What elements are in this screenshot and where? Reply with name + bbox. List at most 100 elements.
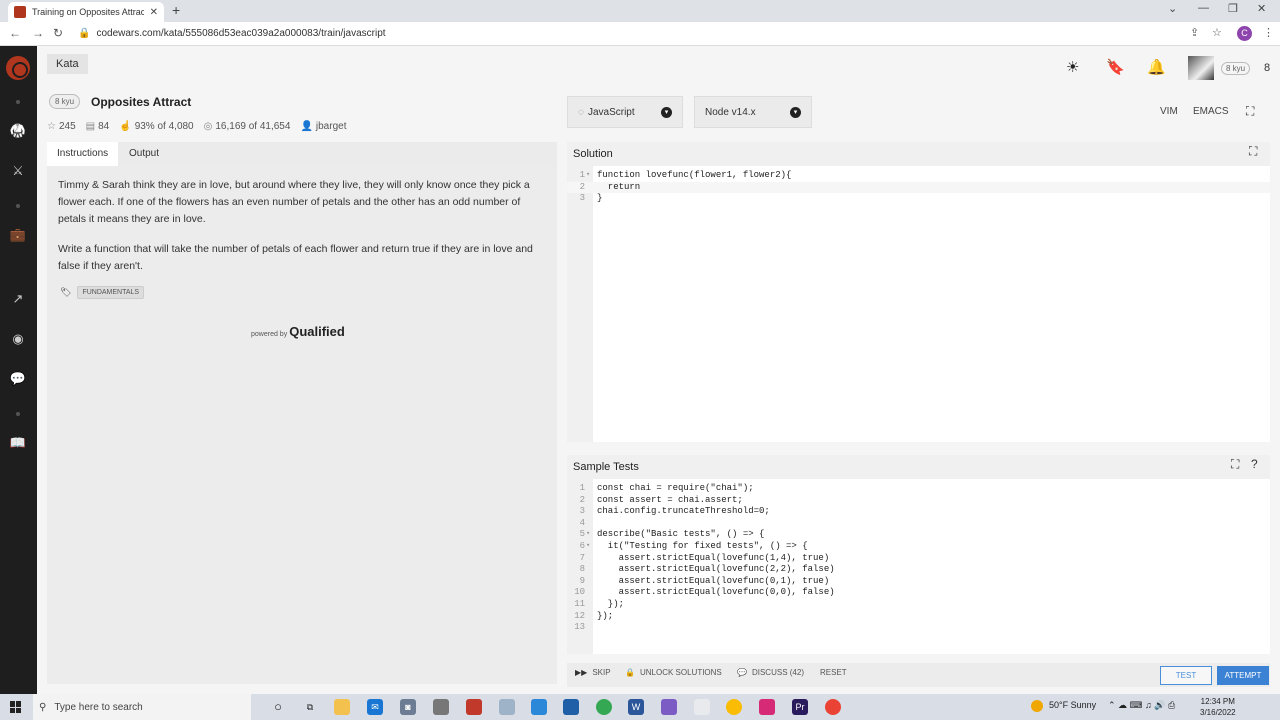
theme-toggle-icon[interactable]: ☀ [1066, 58, 1079, 76]
attempt-button[interactable]: ATTEMPT [1217, 666, 1269, 685]
code-text: }); [597, 599, 625, 609]
app-icon[interactable] [694, 699, 710, 715]
code-line[interactable]: 11 }); [567, 599, 1270, 611]
code-line[interactable]: 8 assert.strictEqual(lovefunc(2,2), fals… [567, 564, 1270, 576]
code-line[interactable]: 12}); [567, 611, 1270, 623]
code-line[interactable]: 5 ▾ describe("Basic tests", () => { [567, 529, 1270, 541]
notifications-bell-icon[interactable]: 🔔 [1147, 58, 1166, 76]
training-icon[interactable]: 🥋 [8, 121, 28, 141]
app-icon[interactable] [433, 699, 449, 715]
chrome-icon[interactable] [726, 699, 742, 715]
leaderboard-icon[interactable]: ↗ [8, 289, 28, 309]
taskbar-search[interactable]: ⚲ Type here to search [33, 694, 251, 720]
code-line[interactable]: 3} [567, 193, 1270, 205]
visual-studio-icon[interactable] [661, 699, 677, 715]
premiere-icon[interactable]: Pr [792, 699, 808, 715]
close-window-icon[interactable]: ✕ [1257, 2, 1266, 15]
solution-editor[interactable]: 1 ▾ function lovefunc(flower1, flower2){2 … [567, 166, 1270, 442]
app-icon[interactable] [466, 699, 482, 715]
user-icon: 👤 [300, 121, 313, 132]
tray-icons[interactable]: ⌃ ☁ ⌨ ♫ 🔊 ⎙ [1108, 700, 1175, 711]
sample-tests-editor[interactable]: 1 const chai = require("chai"); 2 const ass… [567, 479, 1270, 654]
stars-stat[interactable]: ☆ 245 [47, 121, 76, 132]
file-explorer-icon[interactable] [334, 699, 350, 715]
system-clock[interactable]: 12:34 PM 3/16/2022 [1200, 696, 1236, 718]
expand-solution-icon[interactable]: ⛶ [1249, 144, 1257, 159]
profile-avatar[interactable]: C [1237, 26, 1252, 41]
runtime-select[interactable]: Node v14.x ▾ [694, 96, 812, 128]
code-line[interactable]: 2 return [567, 181, 1270, 194]
tab-output[interactable]: Output [119, 142, 169, 166]
codewars-logo-icon[interactable] [6, 56, 30, 80]
url-field[interactable]: 🔒 codewars.com/kata/555086d53eac039a2a000… [78, 28, 386, 39]
share-icon[interactable]: ⇪ [1190, 26, 1199, 39]
cortana-icon[interactable]: ○ [270, 699, 286, 715]
unlock-solutions-button[interactable]: 🔒 UNLOCK SOLUTIONS [625, 668, 722, 677]
discord-icon[interactable]: ◉ [8, 329, 28, 349]
fold-arrow-icon[interactable]: ▾ [586, 170, 590, 182]
code-line[interactable]: 2 const assert = chai.assert; [567, 495, 1270, 507]
tab-instructions[interactable]: Instructions [47, 142, 119, 166]
fold-arrow-icon[interactable]: ▾ [586, 541, 590, 553]
code-line[interactable]: 1 ▾ function lovefunc(flower1, flower2){ [567, 170, 1270, 182]
code-line[interactable]: 3 chai.config.truncateThreshold=0; [567, 506, 1270, 518]
docs-book-icon[interactable]: 📖 [8, 433, 28, 453]
mail-icon[interactable]: ✉ [367, 699, 383, 715]
code-line[interactable]: 6 ▾ it("Testing for fixed tests", () => { [567, 541, 1270, 553]
kata-nav-tab[interactable]: Kata [47, 54, 88, 74]
chrome-icon[interactable] [825, 699, 841, 715]
restore-icon[interactable]: ❐ [1228, 2, 1238, 15]
reload-icon[interactable]: ↻ [53, 26, 63, 40]
briefcase-icon[interactable]: 💼 [8, 225, 28, 245]
windows-start-icon[interactable] [10, 701, 22, 713]
powered-by[interactable]: powered by Qualified [251, 324, 345, 339]
code-line[interactable]: 4 [567, 518, 1270, 530]
code-line[interactable]: 9 assert.strictEqual(lovefunc(0,1), true… [567, 576, 1270, 588]
bookmark-star-icon[interactable]: ☆ [1212, 26, 1222, 39]
code-text: } [597, 193, 603, 204]
app-icon[interactable] [759, 699, 775, 715]
back-icon[interactable]: ← [9, 26, 21, 40]
new-tab-icon[interactable]: + [172, 2, 180, 18]
code-line[interactable]: 10 assert.strictEqual(lovefunc(0,0), fal… [567, 587, 1270, 599]
code-line[interactable]: 1 const chai = require("chai"); [567, 483, 1270, 495]
practice-icon[interactable]: ⚔ [8, 161, 28, 181]
forward-icon[interactable]: → [32, 26, 44, 40]
help-icon[interactable]: ? [1251, 457, 1258, 471]
minimize-icon[interactable]: — [1198, 2, 1209, 14]
reset-button[interactable]: RESET [820, 668, 847, 677]
discuss-button[interactable]: 💬 DISCUSS (42) [737, 668, 804, 677]
bookmark-icon[interactable]: 🔖 [1106, 58, 1125, 76]
chat-icon[interactable]: 💬 [8, 369, 28, 389]
emacs-mode-button[interactable]: EMACS [1193, 106, 1229, 117]
chrome-icon[interactable] [596, 699, 612, 715]
tab-search-icon[interactable]: ⌄ [1168, 2, 1177, 15]
close-tab-icon[interactable]: ✕ [150, 7, 158, 18]
language-select[interactable]: ◌ JavaScript ▾ [567, 96, 683, 128]
vim-mode-button[interactable]: VIM [1160, 106, 1178, 117]
word-icon[interactable]: W [628, 699, 644, 715]
fullscreen-icon[interactable]: ⛶ [1246, 104, 1254, 119]
test-button[interactable]: TEST [1160, 666, 1212, 685]
task-view-icon[interactable]: ⧉ [302, 699, 318, 715]
app-icon[interactable] [499, 699, 515, 715]
collections-stat[interactable]: ▤ 84 [86, 121, 110, 132]
code-line[interactable]: 7 assert.strictEqual(lovefunc(1,4), true… [567, 553, 1270, 565]
user-avatar[interactable] [1188, 56, 1214, 80]
skip-button[interactable]: ▶▶ SKIP [575, 668, 611, 677]
app-icon[interactable] [531, 699, 547, 715]
camera-icon[interactable]: ◙ [400, 699, 416, 715]
browser-menu-icon[interactable]: ⋮ [1263, 26, 1274, 39]
browser-tab[interactable]: Training on Opposites Attract | C ✕ [8, 2, 164, 22]
calculator-icon[interactable] [563, 699, 579, 715]
fold-arrow-icon[interactable]: ▾ [586, 529, 590, 541]
author-stat[interactable]: 👤 jbarget [300, 121, 346, 132]
line-number: 6 [579, 541, 585, 551]
expand-tests-icon[interactable]: ⛶ [1231, 457, 1239, 472]
code-line[interactable]: 13 [567, 622, 1270, 634]
kata-title: Opposites Attract [91, 95, 192, 109]
sidebar-separator [16, 204, 20, 208]
sample-tests-header: Sample Tests ⛶ ? [567, 455, 1270, 479]
tag-fundamentals[interactable]: FUNDAMENTALS [77, 286, 145, 299]
weather-text[interactable]: 50°F Sunny [1049, 700, 1096, 710]
